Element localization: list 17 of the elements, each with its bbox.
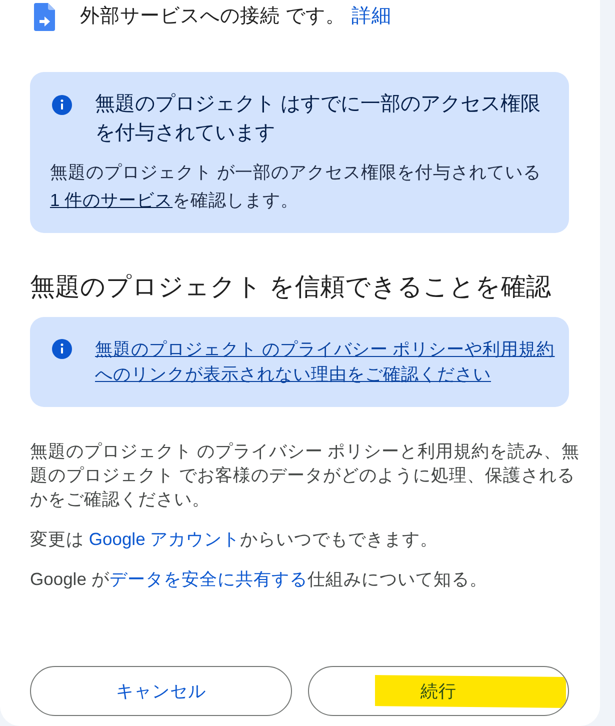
google-account-link[interactable]: Google アカウント bbox=[88, 529, 240, 549]
cancel-button[interactable]: キャンセル bbox=[30, 666, 292, 716]
data-sharing-link[interactable]: データを安全に共有する bbox=[109, 569, 308, 589]
access-notice-text: 無題のプロジェクト が一部のアクセス権限を付与されている 1 件のサービス を確認します。 bbox=[50, 161, 542, 212]
info-icon bbox=[52, 339, 72, 359]
services-link[interactable]: 1 件のサービス bbox=[50, 190, 173, 210]
access-notice-title: 無題のプロジェクト はすでに一部のアクセス権限を付与されています bbox=[95, 92, 542, 146]
account-settings-text: 変更は Google アカウント からいつでもできます。 bbox=[30, 528, 440, 551]
trust-heading: 無題のプロジェクト を信頼できることを確認 bbox=[30, 272, 552, 303]
service-connection-text: 外部サービスへの接続 です。 bbox=[80, 4, 346, 28]
privacy-terms-text: 無題のプロジェクト のプライバシー ポリシーと利用規約を読み、無題のプロジェクト でお客様のデータがどのように処理、保護されるかをご確認ください。 bbox=[30, 440, 581, 511]
privacy-policy-link[interactable]: 無題のプロジェクト のプライバシー ポリシーや利用規約へのリンクが表示されない理由をご確認ください bbox=[95, 336, 561, 386]
data-sharing-text: Google がデータを安全に共有する仕組みについて知る。 bbox=[30, 568, 488, 591]
details-link[interactable]: 詳細 bbox=[351, 2, 392, 30]
document-arrow-icon bbox=[34, 3, 55, 31]
info-icon bbox=[52, 94, 72, 114]
continue-button[interactable]: 続行 bbox=[308, 666, 569, 716]
